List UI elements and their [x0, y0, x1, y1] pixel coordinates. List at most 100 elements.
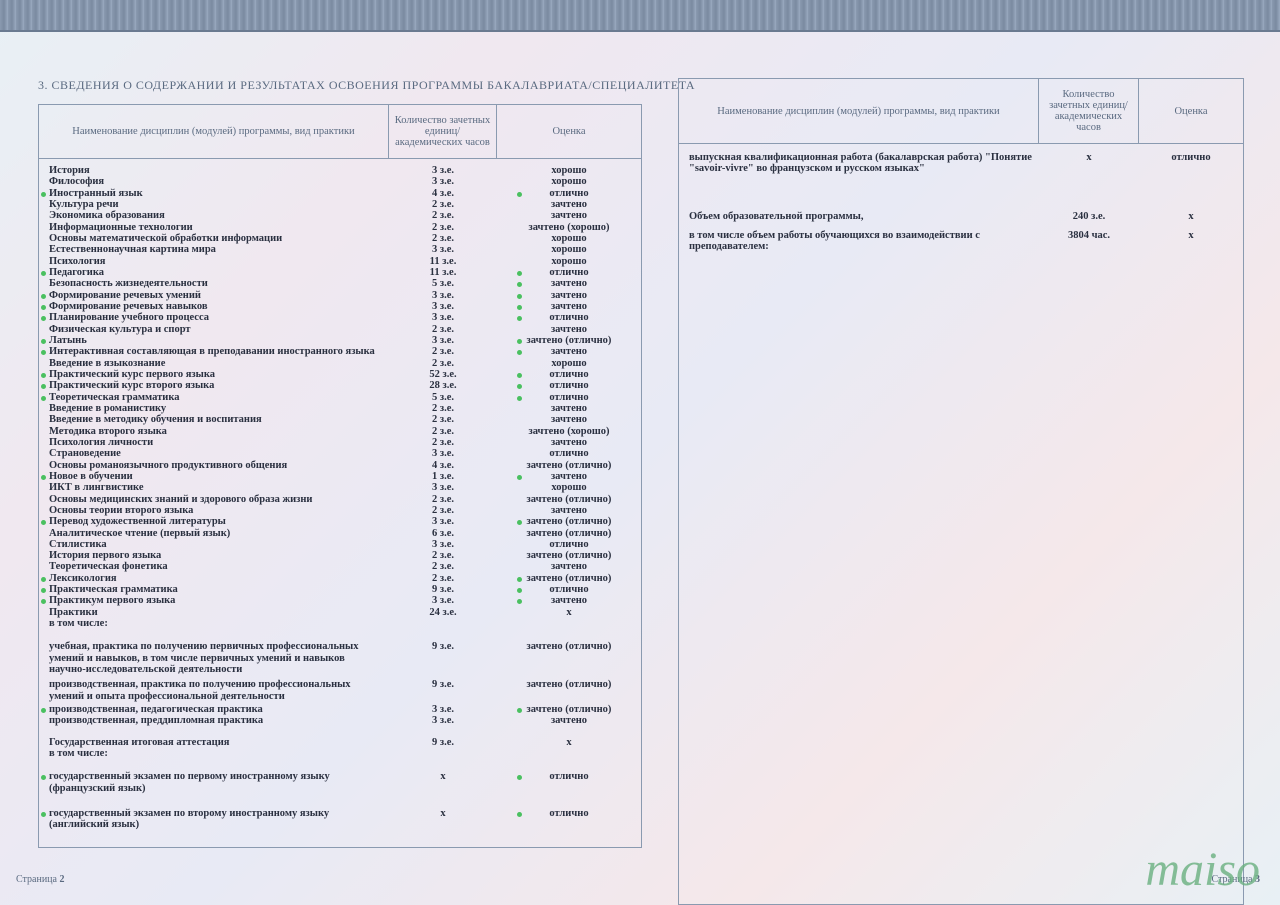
grade-value: зачтено — [497, 199, 641, 210]
grade-value: отлично — [497, 312, 641, 323]
credits-value: х — [389, 771, 497, 794]
grade-value: хорошо — [497, 244, 641, 255]
grade-value: зачтено (отлично) — [497, 573, 641, 584]
grade-value: зачтено (отлично) — [497, 528, 641, 539]
credits-value: 2 з.е. — [389, 199, 497, 210]
header-grade: Оценка — [1139, 79, 1243, 143]
discipline-name: государственный экзамен по первому иност… — [39, 771, 389, 794]
discipline-name: выпускная квалификационная работа (бакал… — [679, 152, 1039, 175]
summary-label: Объем образовательной программы, — [679, 211, 1039, 222]
table-row: в том числе: — [39, 748, 641, 759]
grade-value — [497, 748, 641, 759]
marker-dot — [517, 708, 522, 713]
discipline-name: Практикум первого языка — [39, 595, 389, 606]
grade-value: хорошо — [497, 176, 641, 187]
discipline-name: История первого языка — [39, 550, 389, 561]
credits-value — [389, 748, 497, 759]
decorative-top-border — [0, 0, 1280, 32]
grade-value: зачтено (отлично) — [497, 516, 641, 527]
grade-value: зачтено — [497, 278, 641, 289]
marker-dot — [41, 294, 46, 299]
table-row: Психология11 з.е.хорошо — [39, 256, 641, 267]
table-row: Практический курс первого языка52 з.е.от… — [39, 369, 641, 380]
credits-value: 4 з.е. — [389, 188, 497, 199]
table-row: История3 з.е.хорошо — [39, 165, 641, 176]
discipline-name: Практики — [39, 607, 389, 618]
discipline-name: Формирование речевых умений — [39, 290, 389, 301]
table-row: Основы романоязычного продуктивного обще… — [39, 460, 641, 471]
table-row: Практикум первого языка3 з.е.зачтено — [39, 595, 641, 606]
grade-value: хорошо — [497, 482, 641, 493]
marker-dot — [517, 384, 522, 389]
grade-value: отлично — [497, 539, 641, 550]
right-page: Наименование дисциплин (модулей) програм… — [678, 78, 1244, 905]
table-row: Культура речи2 з.е.зачтено — [39, 199, 641, 210]
credits-value: 3 з.е. — [389, 539, 497, 550]
grade-value: х — [497, 607, 641, 618]
credits-value: 2 з.е. — [389, 426, 497, 437]
marker-dot — [41, 588, 46, 593]
marker-dot — [41, 520, 46, 525]
discipline-name: Психология личности — [39, 437, 389, 448]
credits-value: 52 з.е. — [389, 369, 497, 380]
discipline-name: Стилистика — [39, 539, 389, 550]
grade-value: зачтено (отлично) — [497, 704, 641, 715]
transcript-table-right: Наименование дисциплин (модулей) програм… — [678, 78, 1244, 905]
summary-label: в том числе объем работы обучающихся во … — [679, 230, 1039, 252]
table-row: Практический курс второго языка28 з.е.от… — [39, 380, 641, 391]
grade-value: отлично — [497, 369, 641, 380]
credits-value: 3 з.е. — [389, 482, 497, 493]
marker-dot — [41, 577, 46, 582]
grade-value: зачтено — [497, 437, 641, 448]
table-row: в том числе: — [39, 618, 641, 629]
marker-dot — [41, 384, 46, 389]
marker-dot — [41, 775, 46, 780]
credits-value: 2 з.е. — [389, 414, 497, 425]
credits-value: х — [1039, 152, 1139, 175]
marker-dot — [517, 305, 522, 310]
table-row: ИКТ в лингвистике3 з.е.хорошо — [39, 482, 641, 493]
table-row: Безопасность жизнедеятельности5 з.е.зачт… — [39, 278, 641, 289]
grade-value: зачтено — [497, 595, 641, 606]
table-header-row: Наименование дисциплин (модулей) програм… — [39, 105, 641, 159]
marker-dot — [41, 599, 46, 604]
credits-value: 3 з.е. — [389, 301, 497, 312]
discipline-name: Формирование речевых навыков — [39, 301, 389, 312]
discipline-name: Практический курс второго языка — [39, 380, 389, 391]
discipline-name: Естественнонаучная картина мира — [39, 244, 389, 255]
table-row: Педагогика11 з.е.отлично — [39, 267, 641, 278]
credits-value: 3 з.е. — [389, 176, 497, 187]
discipline-name: Латынь — [39, 335, 389, 346]
marker-dot — [517, 520, 522, 525]
discipline-name: Страноведение — [39, 448, 389, 459]
marker-dot — [41, 316, 46, 321]
discipline-name: Новое в обучении — [39, 471, 389, 482]
grade-value: отлично — [497, 188, 641, 199]
marker-dot — [41, 192, 46, 197]
discipline-name: Культура речи — [39, 199, 389, 210]
page-number-right: Страница 3 — [1212, 874, 1260, 885]
summary-grade: х — [1139, 230, 1243, 252]
table-row: производственная, практика по получению … — [39, 677, 641, 704]
credits-value: 3 з.е. — [389, 448, 497, 459]
marker-dot — [517, 271, 522, 276]
credits-value: 6 з.е. — [389, 528, 497, 539]
credits-value: 3 з.е. — [389, 165, 497, 176]
discipline-name: Государственная итоговая аттестация — [39, 737, 389, 748]
discipline-name: Методика второго языка — [39, 426, 389, 437]
table-row: Теоретическая фонетика2 з.е.зачтено — [39, 561, 641, 572]
credits-value — [389, 618, 497, 629]
credits-value: 2 з.е. — [389, 494, 497, 505]
credits-value: 5 з.е. — [389, 278, 497, 289]
summary-value: 3804 час. — [1039, 230, 1139, 252]
table-row: Философия3 з.е.хорошо — [39, 176, 641, 187]
marker-dot — [517, 812, 522, 817]
summary-value: 240 з.е. — [1039, 211, 1139, 222]
credits-value: 9 з.е. — [389, 641, 497, 675]
grade-value: отлично — [497, 392, 641, 403]
table-row: Введение в языкознание2 з.е.хорошо — [39, 358, 641, 369]
marker-dot — [41, 708, 46, 713]
table-row: Государственная итоговая аттестация9 з.е… — [39, 737, 641, 748]
table-row: Психология личности2 з.е.зачтено — [39, 437, 641, 448]
marker-dot — [517, 373, 522, 378]
